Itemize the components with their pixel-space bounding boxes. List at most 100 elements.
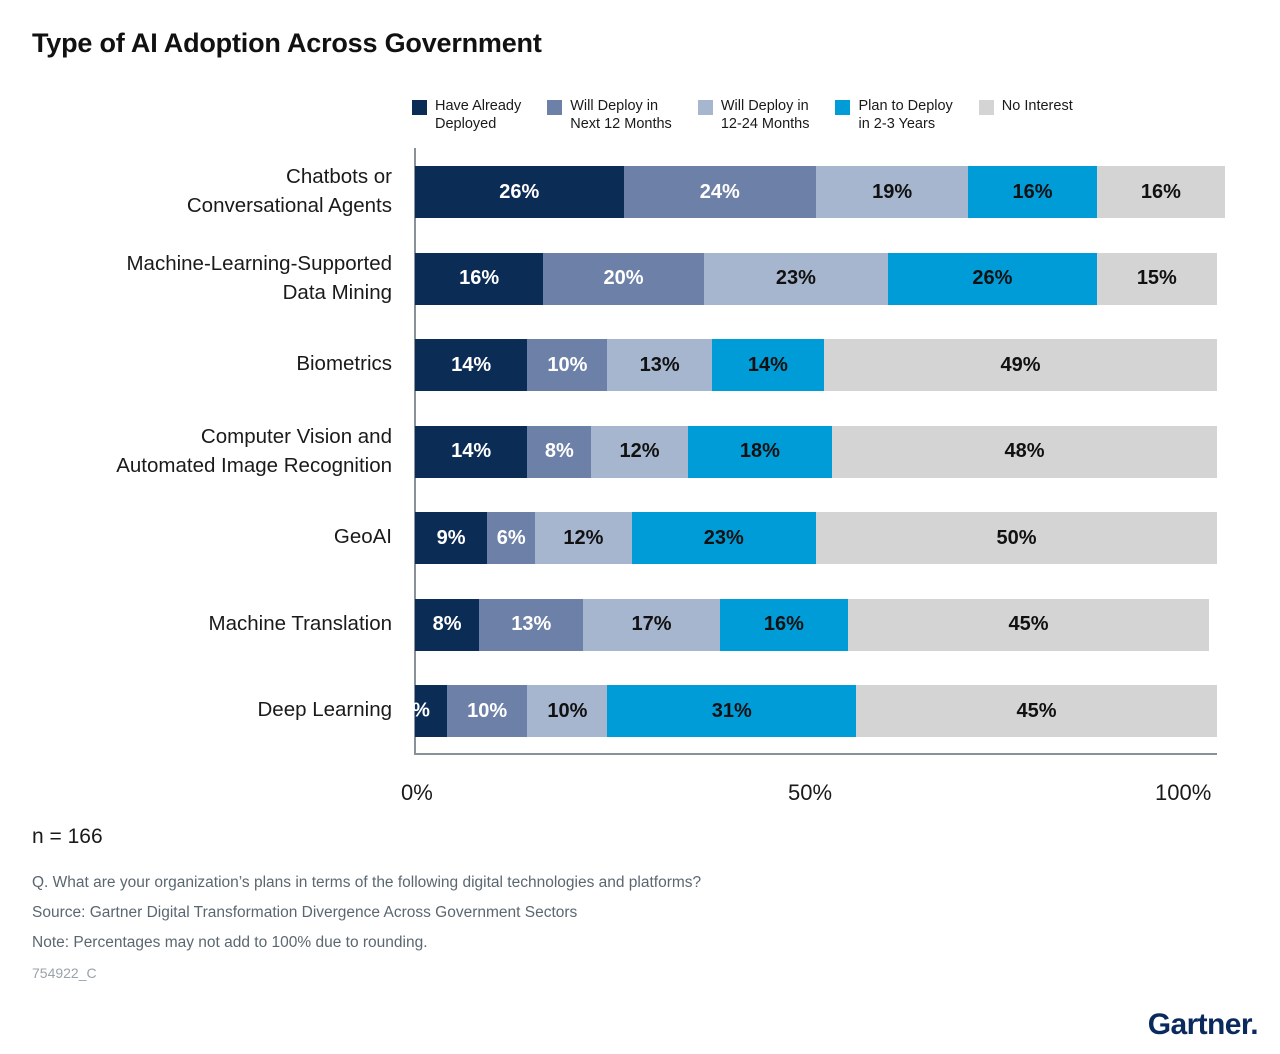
bar-value-label: 23% <box>703 526 744 549</box>
x-axis-tick-label: 50% <box>788 780 833 805</box>
bar-value-label: 15% <box>1136 267 1177 289</box>
bar-value-label: 45% <box>1016 699 1057 722</box>
bar-segment[interactable]: 14% <box>711 339 824 391</box>
bar-value-label: 17% <box>631 613 672 635</box>
bar-value-label: 19% <box>872 180 913 203</box>
legend-item-label: Will Deploy in Next 12 Months <box>570 98 672 132</box>
stacked-bar: 9% 6% 12% 23% 50% <box>415 512 1217 564</box>
category-label: Deep Learning <box>257 698 393 721</box>
bar-segment[interactable]: 13% <box>479 598 584 651</box>
legend-item[interactable]: Will Deploy in Next 12 Months <box>547 98 672 133</box>
bar-segment[interactable]: 45% <box>848 598 1209 651</box>
chart-row: Machine Translation 8% 13% 17% 16% 45% <box>0 598 1280 651</box>
bar-value-label: 13% <box>639 353 680 376</box>
chart-row: Machine-Learning-Supported Data Mining 16… <box>0 252 1280 305</box>
legend-item-label: Plan to Deploy in 2-3 Years <box>858 98 953 132</box>
bar-value-label: 10% <box>467 699 508 722</box>
legend-item-label: No Interest <box>1001 98 1073 114</box>
bar-value-label: 50% <box>996 526 1037 549</box>
bar-value-label: 48% <box>1004 440 1045 462</box>
bar-segment[interactable]: 9% <box>415 512 488 564</box>
bar-segment[interactable]: 19% <box>816 166 969 218</box>
bar-segment[interactable]: 10% <box>527 339 608 391</box>
bar-segment[interactable]: 13% <box>607 339 712 391</box>
x-axis-ticks: 0% 50% 100% <box>0 780 1280 810</box>
bar-segment[interactable]: 31% <box>607 685 857 737</box>
legend-item[interactable]: No Interest <box>978 98 1073 116</box>
bar-segment[interactable]: 10% <box>447 685 528 737</box>
stacked-bar: 14% 10% 13% 14% 49% <box>415 339 1217 391</box>
category-label: GeoAI <box>333 525 392 548</box>
legend-item[interactable]: Have Already Deployed <box>412 98 521 133</box>
legend-swatch-icon <box>697 100 713 115</box>
bar-segment[interactable]: 8% <box>527 425 592 478</box>
bar-value-label: 10% <box>547 699 588 722</box>
bar-value-label: 31% <box>711 699 752 722</box>
bar-segment[interactable]: 23% <box>631 512 816 564</box>
bar-value-label: 26% <box>972 267 1013 289</box>
chart-row: Computer Vision and Automated Image Reco… <box>0 425 1280 478</box>
stacked-bar: 8% 13% 17% 16% 45% <box>415 598 1217 651</box>
bar-value-label: 10% <box>547 353 588 376</box>
bar-segment[interactable]: 50% <box>816 512 1217 564</box>
bar-segment[interactable]: 49% <box>824 339 1217 391</box>
bar-value-label: 8% <box>544 440 574 462</box>
bar-value-label: 13% <box>511 613 552 635</box>
bar-segment[interactable]: 48% <box>832 425 1217 478</box>
bar-segment[interactable]: 10% <box>527 685 608 737</box>
legend-item[interactable]: Will Deploy in 12-24 Months <box>697 98 810 133</box>
category-label: Machine Translation <box>208 611 392 635</box>
bar-segment[interactable]: 12% <box>535 512 632 564</box>
bar-segment[interactable]: 23% <box>703 252 889 305</box>
bar-segment[interactable]: 24% <box>623 166 816 218</box>
bar-value-label: 12% <box>619 440 660 462</box>
bar-segment[interactable]: 14% <box>415 425 528 478</box>
legend-item[interactable]: Plan to Deploy in 2-3 Years <box>835 98 953 133</box>
bar-value-label: 16% <box>1012 180 1053 203</box>
page-title: Type of AI Adoption Across Government <box>32 28 542 58</box>
bar-value-label: 4% <box>401 699 430 722</box>
legend-swatch-icon <box>547 100 563 115</box>
bar-segment[interactable]: 12% <box>591 425 688 478</box>
bar-segment[interactable]: 17% <box>583 598 720 651</box>
chart-row: Deep Learning 4% 10% 10% 31% 45% <box>0 685 1280 737</box>
bar-segment[interactable]: 26% <box>888 252 1097 305</box>
bar-segment[interactable]: 20% <box>543 252 704 305</box>
category-label: Biometrics <box>296 352 392 375</box>
bar-value-label: 14% <box>451 440 492 462</box>
footnote-question: Q. What are your organization’s plans in… <box>32 874 702 891</box>
footnote-source: Source: Gartner Digital Transformation D… <box>32 904 578 921</box>
stacked-bar: 26% 24% 19% 16% 16% <box>415 166 1225 218</box>
stacked-bar: 14% 8% 12% 18% 48% <box>415 425 1217 478</box>
bar-segment[interactable]: 16% <box>968 166 1097 218</box>
stacked-bar: 4% 10% 10% 31% 45% <box>401 685 1217 737</box>
bar-value-label: 14% <box>747 353 788 376</box>
category-label: Chatbots or Conversational Agents <box>186 165 392 217</box>
bar-value-label: 45% <box>1008 613 1049 635</box>
bar-value-label: 49% <box>1000 353 1041 376</box>
sample-size: n = 166 <box>32 825 103 848</box>
bar-value-label: 12% <box>563 526 604 549</box>
bar-value-label: 9% <box>436 526 466 549</box>
chart-legend: Have Already Deployed Will Deploy in Next… <box>412 98 1099 133</box>
bar-segment[interactable]: 16% <box>1096 166 1225 218</box>
chart-row: GeoAI 9% 6% 12% 23% 50% <box>0 512 1280 564</box>
bar-value-label: 16% <box>459 267 500 289</box>
bar-segment[interactable]: 16% <box>719 598 849 651</box>
bar-value-label: 24% <box>699 180 740 203</box>
bar-segment[interactable]: 8% <box>415 598 480 651</box>
bar-segment[interactable]: 26% <box>415 166 624 218</box>
bar-segment[interactable]: 18% <box>687 425 833 478</box>
bar-segment[interactable]: 14% <box>415 339 528 391</box>
bar-value-label: 23% <box>775 267 816 289</box>
legend-item-label: Will Deploy in 12-24 Months <box>720 98 810 132</box>
bar-segment[interactable]: 15% <box>1096 252 1217 305</box>
bar-segment[interactable]: 4% <box>401 685 448 737</box>
bar-segment[interactable]: 16% <box>415 252 544 305</box>
bar-value-label: 18% <box>739 440 780 462</box>
bar-segment[interactable]: 45% <box>856 685 1217 737</box>
chart-plot-area: Chatbots or Conversational Agents 26% 24% 1… <box>0 148 1280 758</box>
bar-value-label: 16% <box>1140 180 1181 203</box>
x-axis-line <box>414 753 1217 755</box>
bar-segment[interactable]: 6% <box>487 512 536 564</box>
